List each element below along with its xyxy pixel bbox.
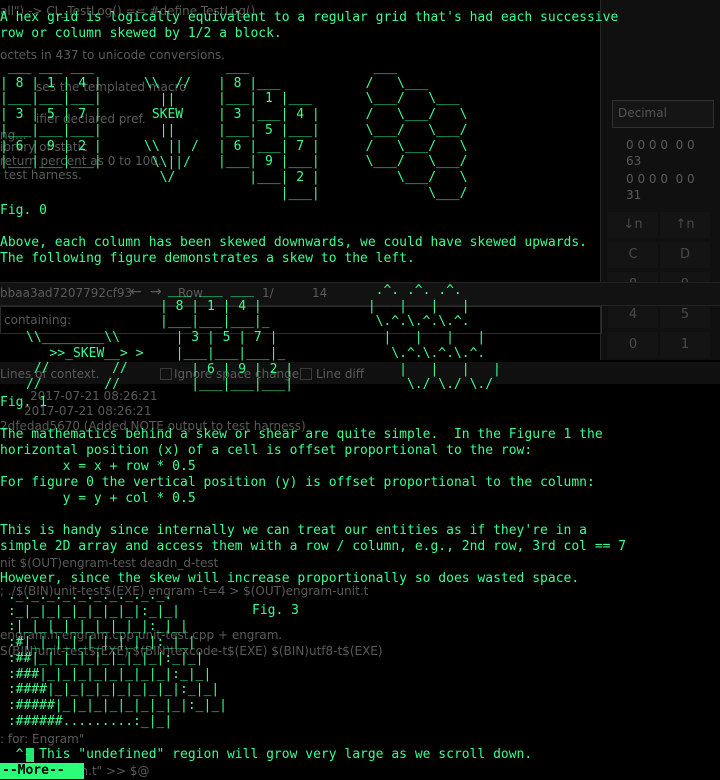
- fig0-caption: Fig. 0: [0, 203, 47, 218]
- paragraph-text: horizontal position (x) of a cell is off…: [0, 443, 533, 458]
- fig1-caption: Fig. 1: [0, 395, 47, 410]
- terminal-cursor: [26, 748, 34, 762]
- paragraph-text: The following figure demonstrates a skew…: [0, 251, 415, 266]
- formula-x: x = x + row * 0.5: [0, 459, 196, 474]
- fig0-skew-arrow: \\ // || SKEW || \\ || / \\||/ \/: [144, 76, 199, 186]
- formula-y: y = y + col * 0.5: [0, 491, 196, 506]
- terminal-pager[interactable]: A hex grid is logically equivalent to a …: [0, 0, 720, 780]
- fig0-regular-grid: ___ ___ ___ | 8 | 1 | 4 | |___|___|___| …: [0, 60, 102, 170]
- intro-text: row or column skewed by 1/2 a block.: [0, 26, 282, 41]
- fig1-skewed-grid: ___ ___ ___ | 8 | 1 | 4 | |___|___|___|_…: [160, 283, 294, 393]
- fig1-skew-arrow: \\________\\ >>_SKEW__> > // // // //: [26, 330, 144, 393]
- paragraph-text: simple 2D array and access them with a r…: [0, 539, 627, 554]
- undefined-region-note: ^- This "undefined" region will grow ver…: [0, 747, 533, 762]
- intro-text: A hex grid is logically equivalent to a …: [0, 10, 619, 25]
- paragraph-text: The mathematics behind a skew or shear a…: [0, 427, 603, 442]
- fig0-skewed-grid: ___ | 8 |___ |___| 1 |___ | 3 |___| 4 | …: [218, 60, 320, 201]
- fig3-grid: ._._._._._._._._._._. :_|_|_|_|_|_|_|_|:…: [7, 588, 227, 729]
- more-prompt[interactable]: --More--: [0, 763, 84, 779]
- fig3-caption: Fig. 3: [252, 603, 299, 618]
- paragraph-text: For figure 0 the vertical position (y) i…: [0, 475, 595, 490]
- paragraph-text: However, since the skew will increase pr…: [0, 571, 580, 586]
- fig1-hex-grid: .^. .^. .^. | | | | \.^.\.^.\.^. | | | |…: [367, 283, 501, 393]
- fig0-hex-grid: ___ / \___ \___/ \___ / \___/ \ \___/ \_…: [365, 60, 468, 201]
- paragraph-text: This is handy since internally we can tr…: [0, 523, 587, 538]
- paragraph-text: Above, each column has been skewed downw…: [0, 235, 587, 250]
